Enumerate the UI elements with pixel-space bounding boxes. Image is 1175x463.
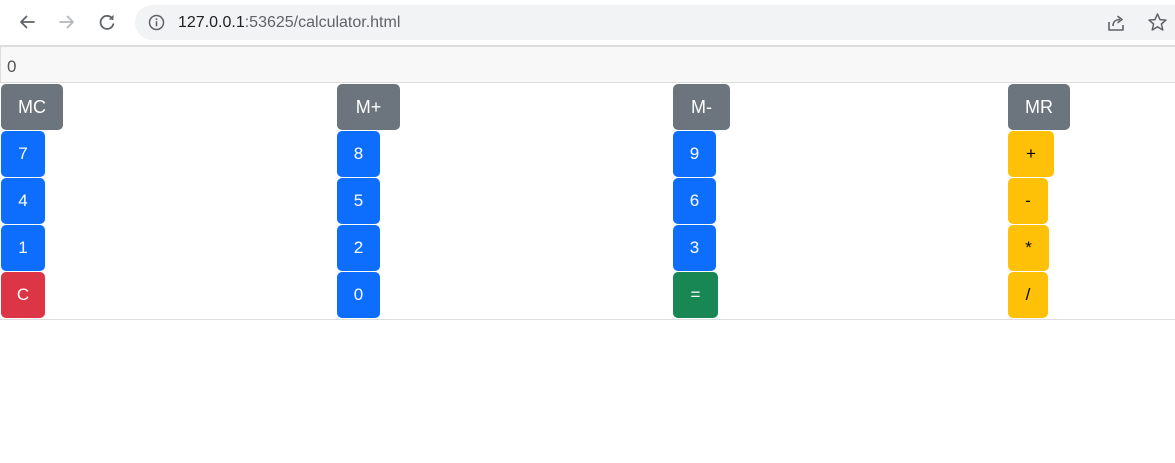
bookmark-star-icon[interactable]: [1147, 12, 1168, 33]
digit-3-button[interactable]: 3: [673, 225, 716, 271]
divide-button[interactable]: /: [1008, 272, 1048, 318]
digit-5-button[interactable]: 5: [337, 178, 380, 224]
url-text[interactable]: 127.0.0.1:53625/calculator.html: [178, 13, 400, 32]
forward-button[interactable]: [53, 8, 81, 36]
reload-button[interactable]: [93, 8, 121, 36]
memory-subtract-button[interactable]: M-: [673, 84, 730, 130]
digit-8-button[interactable]: 8: [337, 131, 380, 177]
memory-recall-button[interactable]: MR: [1008, 84, 1070, 130]
url-host: 127.0.0.1: [178, 14, 245, 31]
add-button[interactable]: +: [1008, 131, 1054, 177]
memory-add-button[interactable]: M+: [337, 84, 400, 130]
calculator-display: 0: [0, 46, 1175, 83]
digit-7-button[interactable]: 7: [1, 131, 45, 177]
digit-2-button[interactable]: 2: [337, 225, 380, 271]
browser-toolbar: 127.0.0.1:53625/calculator.html: [0, 0, 1175, 46]
clear-button[interactable]: C: [1, 272, 45, 318]
digit-1-button[interactable]: 1: [1, 225, 45, 271]
digit-6-button[interactable]: 6: [673, 178, 716, 224]
calculator-keypad: MC M+ M- MR 7 8 9 + 4 5 6 - 1 2 3 * C 0 …: [0, 84, 1175, 320]
digit-0-button[interactable]: 0: [337, 272, 380, 318]
share-icon[interactable]: [1106, 13, 1126, 33]
equals-button[interactable]: =: [673, 272, 718, 318]
site-info-icon[interactable]: [148, 14, 165, 31]
url-path: :53625/calculator.html: [244, 14, 401, 31]
multiply-button[interactable]: *: [1008, 225, 1049, 271]
back-arrow-icon: [20, 15, 35, 29]
digit-9-button[interactable]: 9: [673, 131, 716, 177]
address-bar[interactable]: 127.0.0.1:53625/calculator.html: [135, 5, 1175, 40]
memory-clear-button[interactable]: MC: [1, 84, 63, 130]
forward-arrow-icon: [59, 15, 74, 29]
digit-4-button[interactable]: 4: [1, 178, 45, 224]
reload-icon: [99, 14, 115, 30]
back-button[interactable]: [13, 8, 41, 36]
subtract-button[interactable]: -: [1008, 178, 1048, 224]
